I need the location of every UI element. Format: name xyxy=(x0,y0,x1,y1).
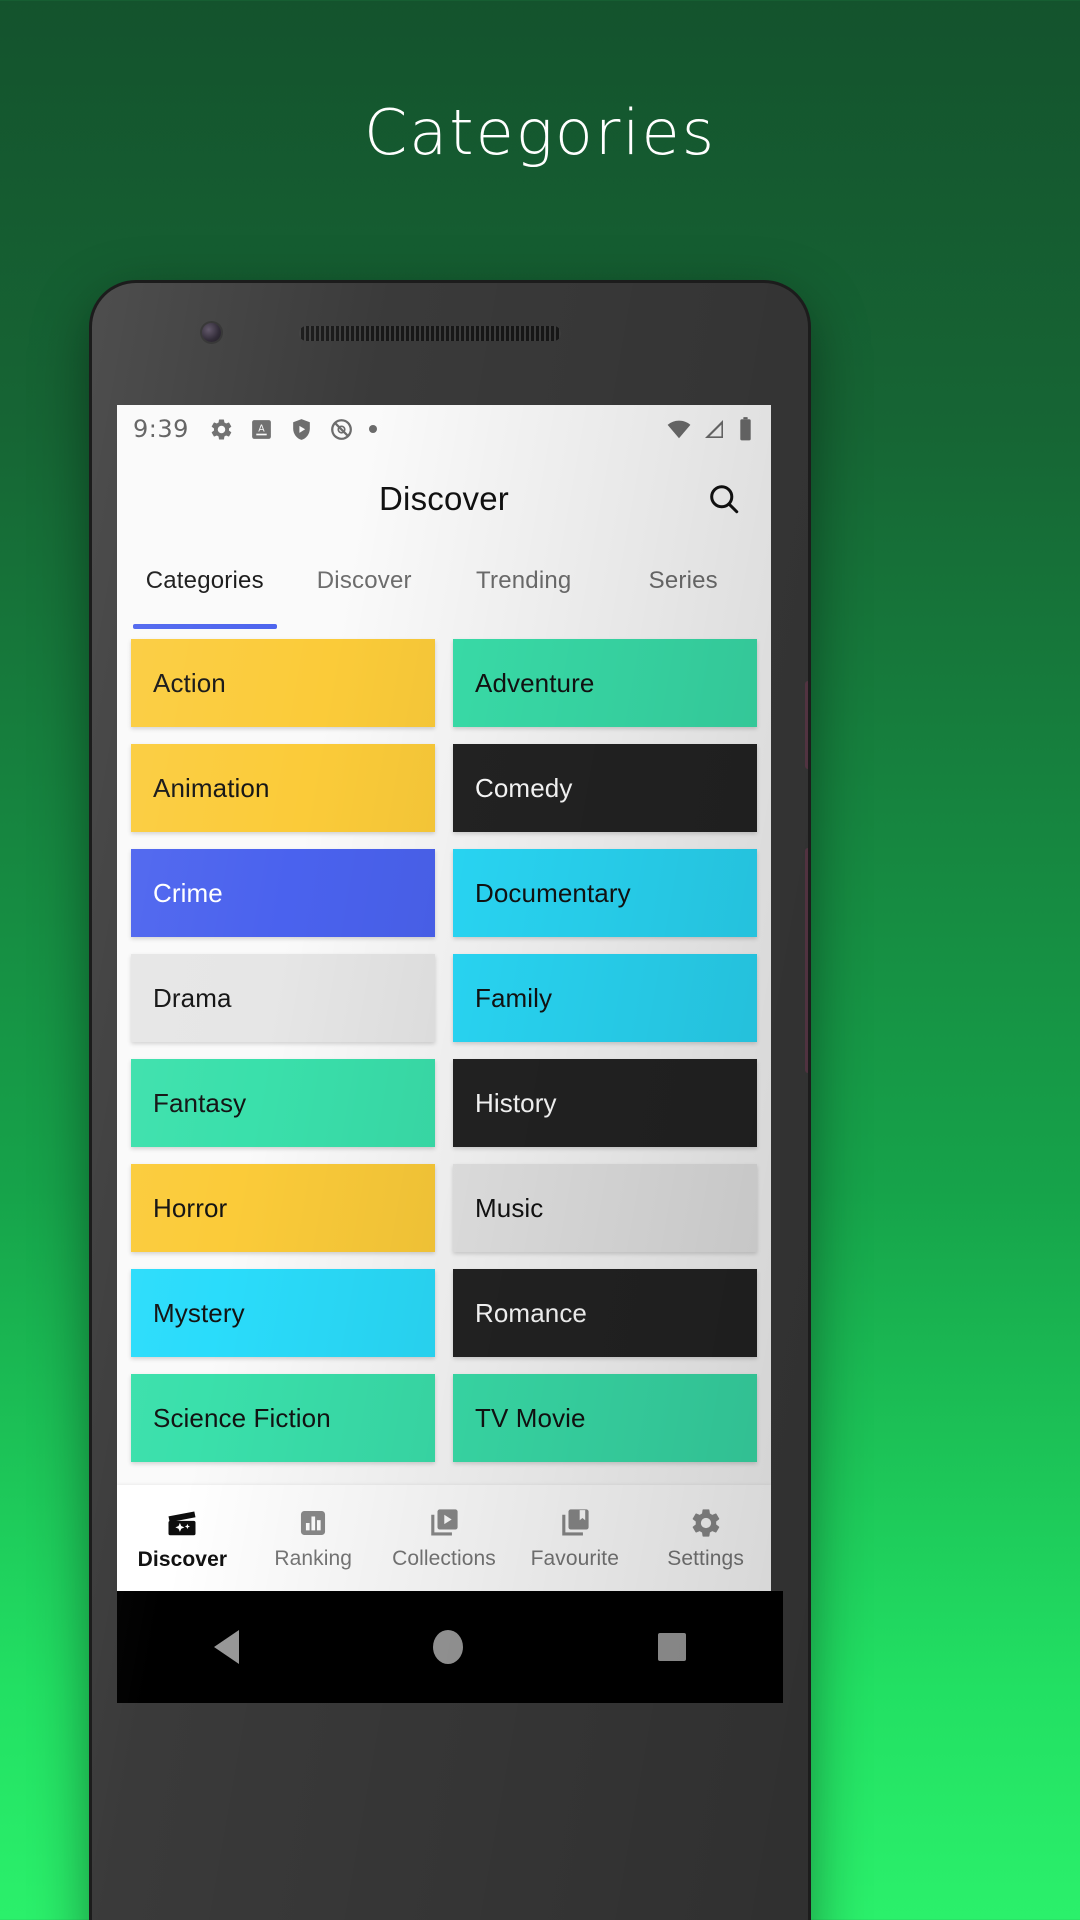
nav-item-ranking[interactable]: Ranking xyxy=(248,1506,379,1571)
category-label: Mystery xyxy=(153,1297,245,1328)
category-tile[interactable]: Romance xyxy=(453,1269,757,1357)
status-bar: 9:39 A xyxy=(117,405,771,453)
nav-label: Ranking xyxy=(274,1546,353,1570)
category-tile[interactable]: Drama xyxy=(131,954,435,1042)
shield-play-icon xyxy=(293,418,310,440)
nav-label: Discover xyxy=(137,1547,228,1571)
category-label: TV Movie xyxy=(475,1402,586,1433)
volume-button[interactable] xyxy=(805,681,808,769)
tab-bar: Categories Discover Trending Series xyxy=(117,545,771,629)
app-bar-title: Discover xyxy=(379,480,509,517)
power-button[interactable] xyxy=(805,848,808,1073)
category-label: Family xyxy=(475,982,553,1013)
category-label: Romance xyxy=(475,1297,587,1328)
svg-text:A: A xyxy=(258,423,265,434)
category-label: Adventure xyxy=(475,667,595,698)
category-tile[interactable]: Documentary xyxy=(453,849,757,937)
tab-label: Discover xyxy=(316,567,412,594)
tab-discover[interactable]: Discover xyxy=(285,545,445,629)
category-label: Drama xyxy=(153,982,232,1013)
recents-square-icon[interactable] xyxy=(657,1633,686,1661)
search-button[interactable] xyxy=(701,476,747,522)
tab-label: Series xyxy=(648,567,718,594)
category-label: Music xyxy=(475,1192,544,1223)
tab-categories[interactable]: Categories xyxy=(125,545,285,629)
nav-label: Collections xyxy=(392,1546,496,1570)
category-label: Crime xyxy=(153,877,223,908)
signal-icon xyxy=(705,420,723,438)
app-bar: Discover xyxy=(117,453,771,545)
battery-icon xyxy=(740,417,751,441)
front-camera-icon xyxy=(202,323,221,342)
gear-icon xyxy=(692,1508,719,1537)
nav-item-settings[interactable]: Settings xyxy=(640,1506,771,1571)
category-label: History xyxy=(475,1087,557,1118)
category-tile[interactable]: Music xyxy=(453,1164,757,1252)
category-tile[interactable]: Family xyxy=(453,954,757,1042)
category-tile[interactable]: Action xyxy=(131,639,435,727)
android-system-navigation xyxy=(117,1591,783,1703)
clapperboard-icon xyxy=(168,1510,196,1535)
video-library-icon xyxy=(431,1508,458,1535)
nav-label: Settings xyxy=(667,1546,744,1570)
category-tile[interactable]: Science Fiction xyxy=(131,1374,435,1462)
app-badge-icon: A xyxy=(252,419,271,439)
status-time: 9:39 xyxy=(133,415,189,443)
gear-icon xyxy=(211,418,232,440)
category-label: Fantasy xyxy=(153,1087,247,1118)
home-circle-icon[interactable] xyxy=(433,1630,464,1664)
category-tile[interactable]: TV Movie xyxy=(453,1374,757,1462)
nav-item-collections[interactable]: Collections xyxy=(379,1506,510,1571)
bar-chart-icon xyxy=(301,1510,326,1535)
category-tile[interactable]: Mystery xyxy=(131,1269,435,1357)
dot-icon xyxy=(368,425,377,433)
category-tile[interactable]: Horror xyxy=(131,1164,435,1252)
tab-label: Categories xyxy=(145,567,264,594)
category-label: Animation xyxy=(153,772,270,803)
bookmark-book-icon xyxy=(562,1508,589,1535)
category-tile[interactable]: Fantasy xyxy=(131,1059,435,1147)
categories-scroll-area[interactable]: Action Adventure Animation Comedy Crime Docum… xyxy=(117,629,771,1485)
earpiece-speaker xyxy=(299,326,561,341)
status-right-icons xyxy=(666,416,753,442)
categories-grid: Action Adventure Animation Comedy Crime Docum… xyxy=(131,639,757,1462)
page-title: Categories xyxy=(363,96,717,169)
category-tile[interactable]: Adventure xyxy=(453,639,757,727)
category-tile[interactable]: Crime xyxy=(131,849,435,937)
category-label: Action xyxy=(153,667,226,698)
back-triangle-icon[interactable] xyxy=(214,1630,240,1664)
tab-trending[interactable]: Trending xyxy=(444,545,604,629)
status-left-icons: A xyxy=(209,417,377,442)
nav-item-favourite[interactable]: Favourite xyxy=(509,1506,640,1571)
phone-device-frame: 9:39 A Discover Categories Discover Tren… xyxy=(92,283,808,1920)
bottom-navigation-bar: Discover Ranking Collections Favourite S… xyxy=(117,1485,771,1591)
search-icon xyxy=(710,485,739,514)
phone-screen: 9:39 A Discover Categories Discover Tren… xyxy=(117,405,771,1591)
category-tile[interactable]: History xyxy=(453,1059,757,1147)
category-label: Comedy xyxy=(475,772,573,803)
category-label: Horror xyxy=(153,1192,228,1223)
category-label: Science Fiction xyxy=(153,1402,331,1433)
adblock-icon xyxy=(330,418,352,440)
wifi-icon xyxy=(667,420,691,439)
nav-label: Favourite xyxy=(530,1546,620,1570)
category-tile[interactable]: Animation xyxy=(131,744,435,832)
tab-label: Trending xyxy=(476,567,572,594)
tab-active-indicator xyxy=(133,624,277,629)
tab-series[interactable]: Series xyxy=(604,545,764,629)
category-label: Documentary xyxy=(475,877,631,908)
nav-item-discover[interactable]: Discover xyxy=(117,1505,248,1572)
category-tile[interactable]: Comedy xyxy=(453,744,757,832)
